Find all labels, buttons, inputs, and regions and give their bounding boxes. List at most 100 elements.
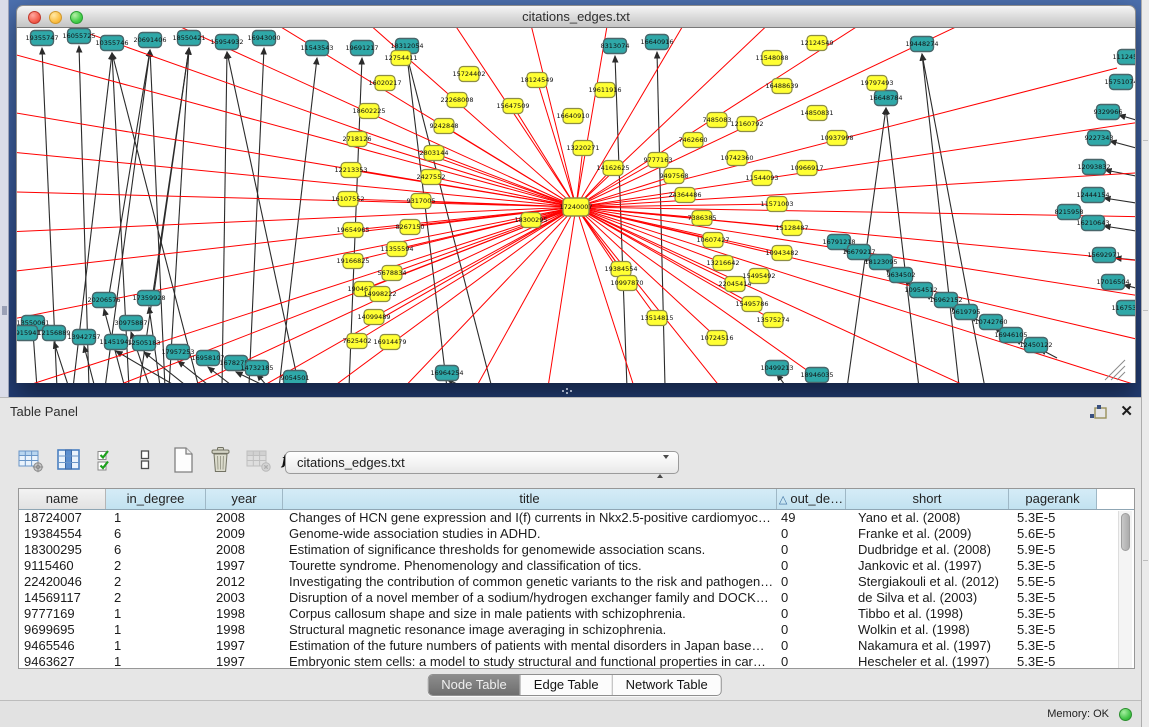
table-cell[interactable]: 18724007 — [19, 510, 106, 526]
graph-node[interactable]: 12156889 — [37, 326, 70, 341]
table-cell[interactable]: 1998 — [206, 606, 283, 622]
table-cell[interactable]: Genome-wide association studies in ADHD. — [283, 526, 777, 542]
graph-node[interactable]: 8267150 — [396, 220, 425, 235]
graph-node[interactable]: 10966917 — [790, 161, 823, 176]
column-header-out-degree[interactable]: △out_de… — [777, 489, 846, 509]
graph-node[interactable]: 10742360 — [720, 151, 753, 166]
graph-node[interactable]: 12160792 — [730, 117, 763, 132]
graph-node[interactable]: 16943000 — [247, 31, 280, 46]
graph-node[interactable]: 11543543 — [300, 41, 333, 56]
graph-node[interactable]: 16640910 — [556, 109, 589, 124]
table-cell[interactable]: 0 — [777, 526, 846, 542]
zoom-window-icon[interactable] — [70, 11, 83, 24]
graph-node[interactable]: 12093832 — [1077, 160, 1110, 175]
graph-node[interactable]: 11124549 — [1112, 50, 1135, 65]
graph-node[interactable]: 9329966 — [1094, 105, 1123, 120]
table-cell[interactable]: 5.3E-5 — [1009, 590, 1097, 606]
graph-node[interactable]: 10997870 — [610, 276, 643, 291]
table-cell[interactable]: 18300295 — [19, 542, 106, 558]
table-row[interactable]: 946362711997Embryonic stem cells: a mode… — [19, 654, 1134, 669]
graph-node[interactable]: 16107552 — [331, 192, 364, 207]
table-cell[interactable]: 5.3E-5 — [1009, 606, 1097, 622]
graph-node[interactable]: 16964254 — [430, 366, 463, 381]
graph-node[interactable]: 2427552 — [417, 170, 446, 185]
select-rows-icon[interactable] — [90, 443, 123, 477]
table-cell[interactable]: 1 — [106, 606, 206, 622]
table-cell[interactable]: 1997 — [206, 558, 283, 574]
graph-node[interactable]: 15751074 — [1104, 75, 1135, 90]
graph-node[interactable]: 11571003 — [760, 197, 793, 212]
table-cell[interactable]: 5.5E-5 — [1009, 574, 1097, 590]
table-cell[interactable]: Franke et al. (2009) — [846, 526, 1009, 542]
table-cell[interactable]: Estimation of the future numbers of pati… — [283, 638, 777, 654]
table-cell[interactable]: Investigating the contribution of common… — [283, 574, 777, 590]
table-row[interactable]: 1456911722003Disruption of a novel membe… — [19, 590, 1134, 606]
close-window-icon[interactable] — [28, 11, 41, 24]
graph-node[interactable]: 19166825 — [336, 254, 369, 269]
table-cell[interactable]: 1998 — [206, 622, 283, 638]
table-cell[interactable]: 5.3E-5 — [1009, 510, 1097, 526]
results-panel-edge[interactable] — [1141, 0, 1149, 727]
table-cell[interactable]: 1 — [106, 510, 206, 526]
graph-node[interactable]: 9634502 — [887, 268, 916, 283]
table-cell[interactable]: 1 — [106, 654, 206, 669]
table-cell[interactable]: 5.9E-5 — [1009, 542, 1097, 558]
table-cell[interactable]: 1 — [106, 622, 206, 638]
graph-node[interactable]: 7485083 — [703, 113, 732, 128]
graph-node[interactable]: 13942757 — [67, 330, 100, 345]
table-row[interactable]: 1872400712008Changes of HCN gene express… — [19, 510, 1134, 526]
close-panel-icon[interactable]: ✕ — [1120, 402, 1133, 420]
graph-node[interactable]: 19448274 — [905, 37, 938, 52]
graph-node[interactable]: 15692971 — [1087, 248, 1120, 263]
network-view-window[interactable]: citations_edges.txt 19355747160557251035… — [16, 5, 1136, 383]
table-cell[interactable]: 2003 — [206, 590, 283, 606]
table-cell[interactable]: Disruption of a novel member of a sodium… — [283, 590, 777, 606]
graph-node[interactable]: 19691217 — [345, 41, 378, 56]
graph-node[interactable]: 7462660 — [679, 133, 708, 148]
graph-node[interactable]: 17359928 — [132, 291, 165, 306]
table-cell[interactable]: 9463627 — [19, 654, 106, 669]
table-cell[interactable]: 0 — [777, 542, 846, 558]
graph-node[interactable]: 16488639 — [765, 79, 798, 94]
table-cell[interactable]: 1997 — [206, 638, 283, 654]
graph-node[interactable]: 9054501 — [281, 371, 310, 384]
table-cell[interactable]: Embryonic stem cells: a model to study s… — [283, 654, 777, 669]
table-cell[interactable]: 1997 — [206, 654, 283, 669]
tab-edge-table[interactable]: Edge Table — [521, 675, 613, 695]
table-cell[interactable]: Estimation of significance thresholds fo… — [283, 542, 777, 558]
graph-node[interactable]: 11544093 — [745, 171, 778, 186]
graph-node[interactable]: 12444154 — [1076, 188, 1109, 203]
graph-node[interactable]: 19355747 — [25, 31, 58, 46]
graph-node[interactable]: 15495786 — [735, 297, 768, 312]
delete-column-icon[interactable] — [204, 443, 237, 477]
graph-node[interactable]: 5678834 — [378, 266, 407, 281]
graph-node[interactable]: 19654965 — [336, 223, 369, 238]
graph-node[interactable]: 2803144 — [420, 146, 449, 161]
column-header-pagerank[interactable]: pagerank — [1009, 489, 1097, 509]
graph-node[interactable]: 9227343 — [1085, 131, 1114, 146]
graph-node[interactable]: 13220271 — [566, 141, 599, 156]
table-cell[interactable]: 5.3E-5 — [1009, 558, 1097, 574]
graph-node[interactable]: 14732185 — [240, 361, 273, 376]
create-column-icon[interactable] — [166, 443, 199, 477]
graph-node[interactable]: 15954932 — [210, 35, 243, 50]
graph-node[interactable]: 10724516 — [700, 331, 733, 346]
column-header-name[interactable]: name — [19, 489, 106, 509]
graph-node[interactable]: 7625402 — [343, 334, 372, 349]
graph-node[interactable]: 12450122 — [1019, 338, 1052, 353]
table-cell[interactable]: 6 — [106, 526, 206, 542]
table-cell[interactable]: Tibbo et al. (1998) — [846, 606, 1009, 622]
column-visibility-icon[interactable] — [52, 443, 85, 477]
minimize-window-icon[interactable] — [49, 11, 62, 24]
table-cell[interactable]: Tourette syndrome. Phenomenology and cla… — [283, 558, 777, 574]
graph-node[interactable]: 24364486 — [668, 188, 701, 203]
graph-node[interactable]: 14162625 — [596, 161, 629, 176]
graph-node[interactable]: 20206576 — [87, 293, 120, 308]
graph-node[interactable]: 11548088 — [755, 51, 788, 66]
graph-node[interactable]: 16648784 — [869, 91, 902, 106]
graph-node[interactable]: 8215958 — [1055, 205, 1084, 220]
table-cell[interactable]: Dudbridge et al. (2008) — [846, 542, 1009, 558]
table-row[interactable]: 977716911998Corpus callosum shape and si… — [19, 606, 1134, 622]
graph-node[interactable]: 10355746 — [95, 36, 128, 51]
float-panel-icon[interactable] — [1089, 404, 1107, 420]
